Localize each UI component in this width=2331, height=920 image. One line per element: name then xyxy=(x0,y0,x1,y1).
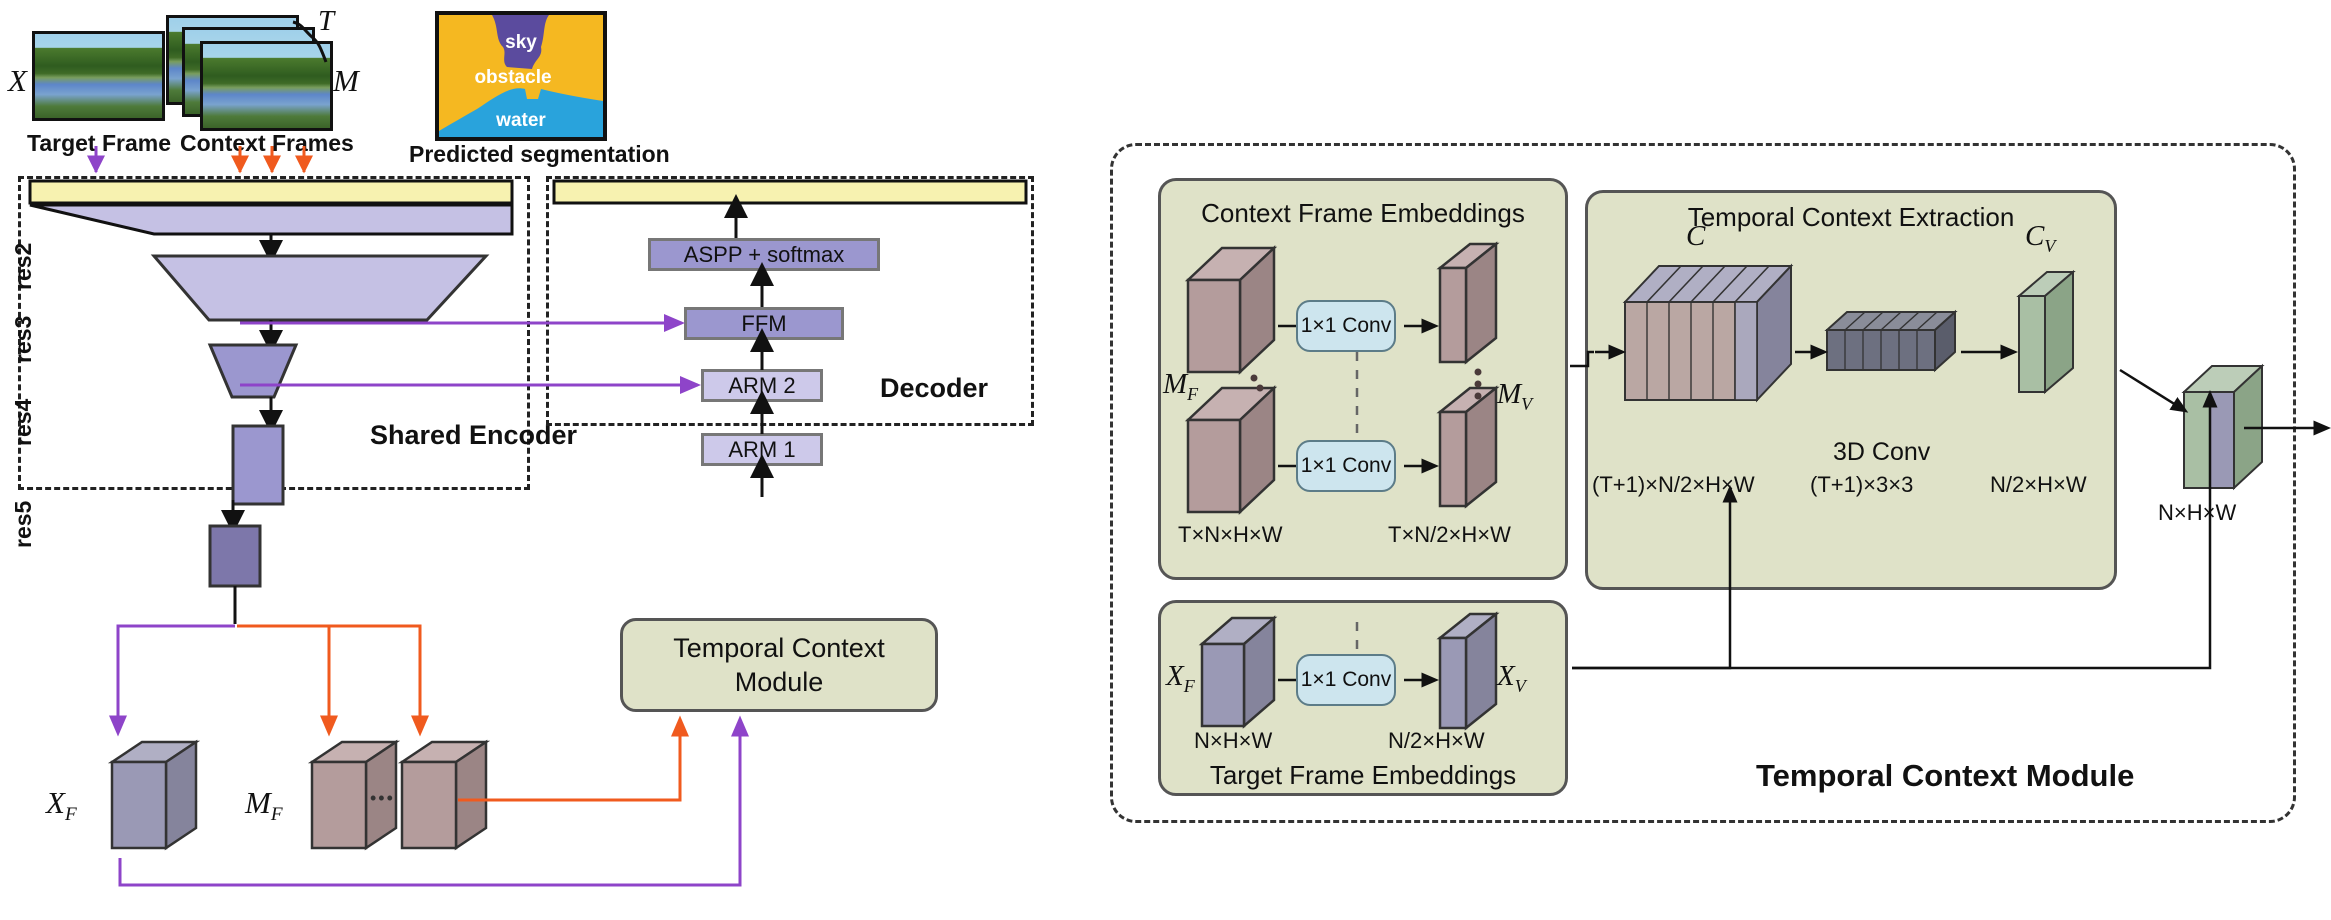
target-feature-symbol: XF xyxy=(46,785,77,826)
skip-connections xyxy=(240,314,701,394)
svg-text:water: water xyxy=(495,110,546,131)
context-conv-top-label: 1×1 Conv xyxy=(1300,314,1392,337)
context-in-dims: T×N×H×W xyxy=(1178,522,1283,547)
decoder-vertical-arrows xyxy=(750,262,774,497)
predicted-segmentation-image: sky obstacle water xyxy=(435,11,607,141)
context-frames-symbol: M xyxy=(333,63,359,98)
target-in-symbol: XF xyxy=(1166,660,1195,696)
svg-text:sky: sky xyxy=(505,32,537,53)
svg-text:obstacle: obstacle xyxy=(474,67,551,88)
target-conv-label: 1×1 Conv xyxy=(1300,668,1392,691)
context-conv-top[interactable]: 1×1 Conv xyxy=(1296,300,1396,352)
target-frame-symbol: X xyxy=(8,63,27,98)
tcm-block-line1: Temporal Context xyxy=(673,633,885,663)
context-frame-embeddings-title: Context Frame Embeddings xyxy=(1201,198,1525,228)
tcm-detail-title: Temporal Context Module xyxy=(1756,758,2135,793)
encoder-stage-res5: res5 xyxy=(10,500,36,548)
context-conv-bottom[interactable]: 1×1 Conv xyxy=(1296,440,1396,492)
tcm-block-line2: Module xyxy=(734,667,824,697)
encoder-res5-block xyxy=(208,500,262,624)
right-panel-connectors xyxy=(1570,350,2218,670)
temporal-context-module-block[interactable]: Temporal Context Module xyxy=(620,618,938,712)
predicted-segmentation-caption: Predicted segmentation xyxy=(409,141,670,167)
target-in-dims: N×H×W xyxy=(1194,728,1273,753)
context-count-symbol: T xyxy=(318,5,335,37)
target-out-dims: N/2×H×W xyxy=(1388,728,1485,753)
concat-symbol: C xyxy=(1686,220,1706,252)
target-frame-image xyxy=(32,31,165,121)
context-in-symbol: MF xyxy=(1163,368,1199,404)
target-conv[interactable]: 1×1 Conv xyxy=(1296,654,1396,706)
features-to-tcm-routing xyxy=(118,715,749,887)
context-conv-bottom-label: 1×1 Conv xyxy=(1300,454,1392,477)
target-frame-embeddings-title: Target Frame Embeddings xyxy=(1209,760,1517,790)
context-out-dims: T×N/2×H×W xyxy=(1388,522,1511,547)
